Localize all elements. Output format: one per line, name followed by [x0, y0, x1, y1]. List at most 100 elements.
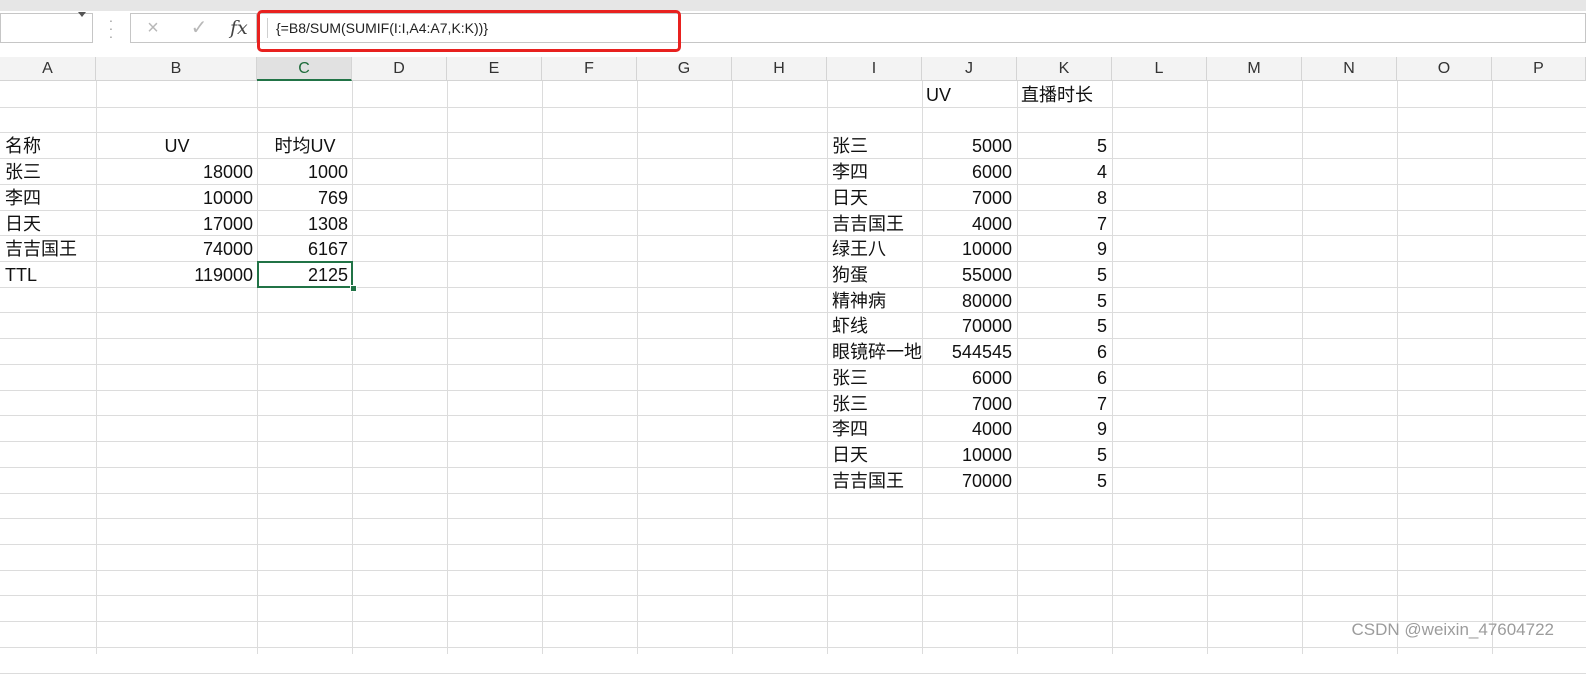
cell-uv[interactable]: 119000: [97, 263, 257, 288]
cell-hourly-uv[interactable]: 6167: [258, 237, 352, 262]
cell-hourly-uv[interactable]: 1000: [258, 160, 352, 185]
cell-duration[interactable]: 5: [1017, 443, 1111, 468]
column-header-j[interactable]: J: [922, 57, 1017, 81]
chevron-down-icon[interactable]: [78, 12, 86, 17]
cell-name[interactable]: 李四: [828, 160, 922, 185]
column-header-c[interactable]: C: [257, 57, 352, 81]
cell-name[interactable]: 狗蛋: [828, 263, 922, 288]
cell-uv[interactable]: 7000: [922, 186, 1016, 211]
cell-uv[interactable]: 10000: [922, 237, 1016, 262]
cell-name[interactable]: 日天: [1, 212, 96, 237]
cell-name[interactable]: 李四: [1, 186, 96, 211]
column-header-i[interactable]: I: [827, 57, 922, 81]
gridline-horizontal: [0, 107, 1586, 108]
cell-name[interactable]: 绿王八: [828, 237, 922, 262]
cell-uv[interactable]: 74000: [97, 237, 257, 262]
cell-uv[interactable]: 4000: [922, 417, 1016, 442]
fill-handle[interactable]: [350, 285, 357, 292]
cell-uv[interactable]: 10000: [922, 443, 1016, 468]
cell-uv[interactable]: 6000: [922, 160, 1016, 185]
header-name[interactable]: 名称: [1, 134, 96, 159]
name-box[interactable]: [0, 13, 93, 43]
check-icon[interactable]: ✓: [188, 17, 210, 39]
cell-name[interactable]: 精神病: [828, 289, 922, 314]
gridline-vertical: [637, 81, 638, 654]
gridline-horizontal: [0, 544, 1586, 545]
gridline-vertical: [542, 81, 543, 654]
column-header-b[interactable]: B: [96, 57, 257, 81]
cell-duration[interactable]: 9: [1017, 417, 1111, 442]
header-uv[interactable]: UV: [97, 134, 257, 159]
cell-duration[interactable]: 5: [1017, 314, 1111, 339]
cell-name[interactable]: TTL: [1, 263, 96, 288]
column-header-o[interactable]: O: [1397, 57, 1492, 81]
cell-uv[interactable]: 70000: [922, 469, 1016, 494]
cell-uv[interactable]: 6000: [922, 366, 1016, 391]
cell-uv[interactable]: 80000: [922, 289, 1016, 314]
right-header-duration[interactable]: 直播时长: [1017, 83, 1111, 108]
gridline-vertical: [447, 81, 448, 654]
gridline-vertical: [1112, 81, 1113, 654]
header-hourly-uv[interactable]: 时均UV: [258, 134, 352, 159]
column-header-a[interactable]: A: [0, 57, 96, 81]
cell-duration[interactable]: 5: [1017, 469, 1111, 494]
cell-uv[interactable]: 10000: [97, 186, 257, 211]
cell-hourly-uv[interactable]: 1308: [258, 212, 352, 237]
gridline-vertical: [1207, 81, 1208, 654]
cell-duration[interactable]: 5: [1017, 289, 1111, 314]
cell-hourly-uv[interactable]: 769: [258, 186, 352, 211]
column-header-l[interactable]: L: [1112, 57, 1207, 81]
cell-uv[interactable]: 17000: [97, 212, 257, 237]
cell-name[interactable]: 吉吉国王: [828, 469, 922, 494]
cell-duration[interactable]: 6: [1017, 340, 1111, 365]
ribbon-bottom-edge: [0, 0, 1586, 11]
cell-uv[interactable]: 7000: [922, 392, 1016, 417]
right-header-uv[interactable]: UV: [922, 83, 1016, 108]
cell-name[interactable]: 眼镜碎一地: [828, 340, 922, 365]
gridline-vertical: [1302, 81, 1303, 654]
cell-duration[interactable]: 9: [1017, 237, 1111, 262]
column-header-k[interactable]: K: [1017, 57, 1112, 81]
cell-name[interactable]: 日天: [828, 443, 922, 468]
column-header-g[interactable]: G: [637, 57, 732, 81]
column-header-e[interactable]: E: [447, 57, 542, 81]
column-header-f[interactable]: F: [542, 57, 637, 81]
column-header-n[interactable]: N: [1302, 57, 1397, 81]
gridline-horizontal: [0, 312, 1586, 313]
gridline-horizontal: [0, 493, 1586, 494]
cell-name[interactable]: 张三: [828, 392, 922, 417]
cell-name[interactable]: 张三: [828, 134, 922, 159]
cell-name[interactable]: 虾线: [828, 314, 922, 339]
cell-duration[interactable]: 6: [1017, 366, 1111, 391]
more-vertical-icon[interactable]: · · ·: [107, 13, 115, 43]
gridline-horizontal: [0, 570, 1586, 571]
cell-duration[interactable]: 7: [1017, 212, 1111, 237]
cell-name[interactable]: 日天: [828, 186, 922, 211]
cell-uv[interactable]: 5000: [922, 134, 1016, 159]
cell-duration[interactable]: 8: [1017, 186, 1111, 211]
cell-name[interactable]: 张三: [828, 366, 922, 391]
gridline-vertical: [352, 81, 353, 654]
cell-name[interactable]: 张三: [1, 160, 96, 185]
cell-name[interactable]: 李四: [828, 417, 922, 442]
cell-uv[interactable]: 544545: [922, 340, 1016, 365]
cell-duration[interactable]: 7: [1017, 392, 1111, 417]
column-header-d[interactable]: D: [352, 57, 447, 81]
column-header-m[interactable]: M: [1207, 57, 1302, 81]
cell-uv[interactable]: 55000: [922, 263, 1016, 288]
cell-name[interactable]: 吉吉国王: [828, 212, 922, 237]
gridline-horizontal: [0, 518, 1586, 519]
gridline-vertical: [1397, 81, 1398, 654]
cancel-icon[interactable]: ×: [142, 17, 164, 39]
cell-duration[interactable]: 5: [1017, 134, 1111, 159]
column-header-h[interactable]: H: [732, 57, 827, 81]
column-header-p[interactable]: P: [1492, 57, 1586, 81]
insert-function-icon[interactable]: fx: [230, 16, 256, 40]
cell-duration[interactable]: 5: [1017, 263, 1111, 288]
cell-uv[interactable]: 70000: [922, 314, 1016, 339]
cell-uv[interactable]: 4000: [922, 212, 1016, 237]
cell-name[interactable]: 吉吉国王: [1, 237, 96, 262]
selected-cell-outline: [257, 261, 353, 288]
cell-duration[interactable]: 4: [1017, 160, 1111, 185]
cell-uv[interactable]: 18000: [97, 160, 257, 185]
